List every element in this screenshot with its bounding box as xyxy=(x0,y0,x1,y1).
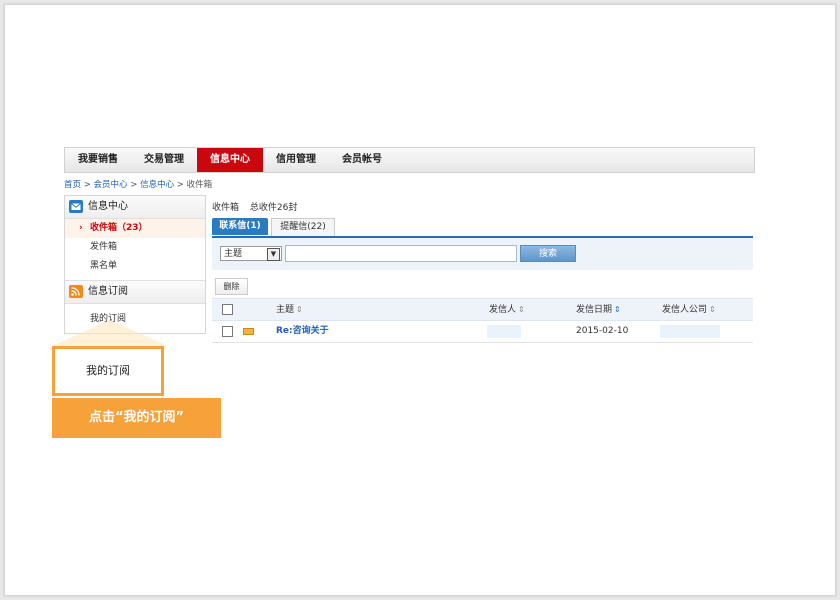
message-tabs: 联系信(1) 提醒信(22) xyxy=(212,218,753,238)
breadcrumb-member-center[interactable]: 会员中心 xyxy=(94,180,128,190)
sidebar-section-subscription: 信息订阅 xyxy=(65,280,205,304)
delete-button[interactable]: 删除 xyxy=(215,278,248,295)
sort-icon: ⇕ xyxy=(709,305,716,314)
search-button[interactable]: 搜索 xyxy=(520,245,576,262)
column-header-label: 发信日期 xyxy=(576,305,613,315)
page-title: 收件箱 xyxy=(212,203,240,213)
column-header-sender[interactable]: 发信人 ⇕ xyxy=(489,299,525,321)
mail-icon xyxy=(69,200,83,213)
nav-item-account[interactable]: 会员帐号 xyxy=(329,148,395,172)
search-field-select-value: 主题 xyxy=(224,249,243,259)
top-nav: 我要销售 交易管理 信息中心 信用管理 会员帐号 xyxy=(64,147,755,173)
table-row[interactable]: Re:咨询关于 2015-02-10 xyxy=(212,321,753,343)
sort-icon: ⇕ xyxy=(296,305,303,314)
search-bar: 主题 ▼ 搜索 xyxy=(212,238,753,270)
breadcrumb-separator: > xyxy=(127,180,141,190)
message-sender xyxy=(487,325,521,338)
sidebar-item-label: 收件箱（23） xyxy=(90,223,148,233)
breadcrumb-separator: > xyxy=(81,180,94,190)
breadcrumb-separator: > xyxy=(174,180,187,190)
chevron-right-icon: › xyxy=(79,223,83,233)
inbox-total-count: 总收件26封 xyxy=(249,203,298,213)
message-company xyxy=(660,325,720,338)
row-checkbox[interactable] xyxy=(222,326,233,337)
callout-instruction-label: 点击“我的订阅” xyxy=(52,398,221,438)
column-header-company[interactable]: 发信人公司 ⇕ xyxy=(662,299,716,321)
message-table: 主题 ⇕ 发信人 ⇕ 发信日期 ⇕ 发信人公司 ⇕ Re:咨询关于 2015-02-10 xyxy=(212,298,753,343)
column-header-label: 主题 xyxy=(276,305,295,315)
sidebar-item-outbox[interactable]: 发件箱 xyxy=(65,238,205,257)
nav-item-credit[interactable]: 信用管理 xyxy=(263,148,329,172)
inbox-header: 收件箱 总收件26封 xyxy=(212,200,305,213)
callout-pointer xyxy=(52,320,168,346)
sidebar-section-title: 信息中心 xyxy=(88,201,128,212)
sidebar-item-inbox[interactable]: › 收件箱（23） xyxy=(65,219,205,238)
tab-reminder-letters[interactable]: 提醒信(22) xyxy=(271,218,335,236)
message-date: 2015-02-10 xyxy=(576,326,629,336)
search-field-select[interactable]: 主题 ▼ xyxy=(220,246,282,261)
sort-icon: ⇕ xyxy=(614,305,621,314)
callout-highlight-box: 我的订阅 xyxy=(52,346,164,396)
rss-icon xyxy=(69,285,83,298)
breadcrumb-home[interactable]: 首页 xyxy=(64,180,81,190)
sort-icon: ⇕ xyxy=(518,305,525,314)
column-header-label: 发信人公司 xyxy=(662,305,708,315)
nav-item-sell[interactable]: 我要销售 xyxy=(65,148,131,172)
sidebar-section-title: 信息订阅 xyxy=(88,286,128,297)
select-all-checkbox[interactable] xyxy=(222,304,233,315)
sidebar: 信息中心 › 收件箱（23） 发件箱 黑名单 信息订阅 我的订阅 xyxy=(64,195,206,334)
nav-item-trade[interactable]: 交易管理 xyxy=(131,148,197,172)
sidebar-item-blacklist[interactable]: 黑名单 xyxy=(65,257,205,276)
search-input[interactable] xyxy=(285,245,517,262)
column-header-subject[interactable]: 主题 ⇕ xyxy=(276,299,303,321)
breadcrumb-current: 收件箱 xyxy=(186,180,213,190)
breadcrumb-info-center[interactable]: 信息中心 xyxy=(140,180,174,190)
envelope-icon xyxy=(243,328,254,335)
sidebar-section-info-center: 信息中心 xyxy=(65,196,205,219)
table-header-row: 主题 ⇕ 发信人 ⇕ 发信日期 ⇕ 发信人公司 ⇕ xyxy=(212,298,753,321)
message-subject-link[interactable]: Re:咨询关于 xyxy=(276,321,329,342)
tab-contact-letters[interactable]: 联系信(1) xyxy=(212,218,268,235)
nav-item-info-center[interactable]: 信息中心 xyxy=(197,148,263,172)
column-header-date[interactable]: 发信日期 ⇕ xyxy=(576,299,621,321)
chevron-down-icon: ▼ xyxy=(267,248,280,261)
breadcrumb: 首页 > 会员中心 > 信息中心 > 收件箱 xyxy=(64,178,212,190)
column-header-label: 发信人 xyxy=(489,305,517,315)
